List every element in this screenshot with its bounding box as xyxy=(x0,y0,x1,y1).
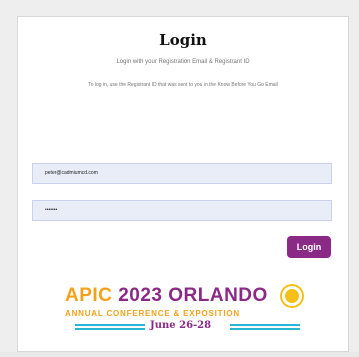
password-field[interactable]: ••••••• xyxy=(32,200,332,221)
logo-apic: APIC xyxy=(65,285,113,306)
login-button[interactable]: Login xyxy=(287,236,331,258)
page-title: Login xyxy=(159,31,207,49)
logo-title: APIC 2023 ORLANDO xyxy=(65,285,268,307)
conference-logo: APIC 2023 ORLANDO ANNUAL CONFERENCE & EX… xyxy=(65,285,315,357)
password-value: ••••••• xyxy=(45,207,58,213)
sun-icon xyxy=(285,289,299,303)
wave-right-icon xyxy=(230,324,300,326)
email-value: peter@cadmiumcd.com xyxy=(45,170,98,176)
logo-dates: June 26-28 xyxy=(150,320,212,331)
app-frame: Login Login with your Registration Email… xyxy=(0,0,359,352)
logo-tagline: ANNUAL CONFERENCE & EXPOSITION xyxy=(65,309,240,318)
logo-year: 2023 xyxy=(118,285,163,306)
instructions-text: To log in, use the Registrant ID that wa… xyxy=(88,82,278,88)
wave-left-icon xyxy=(75,324,145,326)
login-panel: Login Login with your Registration Email… xyxy=(17,16,349,352)
email-field[interactable]: peter@cadmiumcd.com xyxy=(32,163,332,184)
logo-city: ORLANDO xyxy=(168,285,268,306)
logo-dates-row: June 26-28 xyxy=(65,319,315,335)
subtitle: Login with your Registration Email & Reg… xyxy=(116,59,250,65)
